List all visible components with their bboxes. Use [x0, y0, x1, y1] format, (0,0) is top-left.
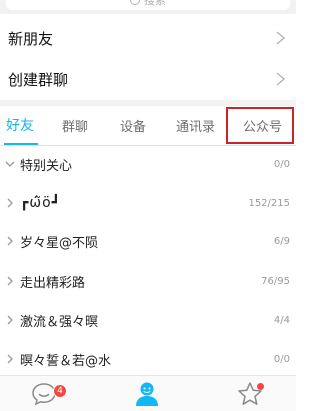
group-online-count: 152/215 — [248, 197, 290, 209]
group-name: 特别关心 — [20, 158, 73, 174]
chevron-down-icon — [5, 161, 15, 167]
group-name: ┏ώ̃ӧ┛ — [20, 195, 62, 211]
search-bar[interactable]: 搜索 — [0, 0, 296, 14]
bottom-nav — [0, 376, 296, 411]
group-name: 激流＆强々暝 — [20, 314, 99, 330]
chevron-right-icon — [7, 315, 13, 325]
chevron-right-icon — [7, 198, 13, 208]
tab-address-book[interactable]: 通讯录 — [176, 106, 215, 144]
tab-devices[interactable]: 设备 — [120, 106, 146, 144]
search-icon — [130, 0, 140, 5]
group-online-count: 4/4 — [273, 314, 290, 326]
group-name: 岁々星@不陨 — [20, 235, 99, 251]
friend-group-row[interactable]: ┏ώ̃ӧ┛ 152/215 — [0, 184, 296, 222]
chevron-right-icon — [7, 276, 13, 286]
friend-group-row[interactable]: 暝々誓＆若@水 0/0 — [0, 340, 296, 378]
chevron-right-icon — [276, 31, 286, 45]
group-online-count: 0/0 — [273, 158, 290, 170]
tab-friends[interactable]: 好友 — [6, 106, 34, 144]
group-online-count: 6/9 — [273, 235, 290, 247]
friend-group-row[interactable]: 激流＆强々暝 4/4 — [0, 301, 296, 339]
new-friends-row[interactable]: 新朋友 — [0, 17, 296, 59]
group-online-count: 0/0 — [273, 353, 290, 365]
new-friends-label: 新朋友 — [8, 29, 54, 48]
group-name: 暝々誓＆若@水 — [20, 353, 112, 369]
chevron-right-icon — [276, 72, 286, 86]
search-input[interactable]: 搜索 — [6, 0, 290, 10]
contacts-tab-bar: 好友 群聊 设备 通讯录 公众号 — [0, 106, 296, 146]
friend-group-row[interactable]: 特别关心 0/0 — [0, 145, 296, 183]
tab-groups[interactable]: 群聊 — [62, 106, 88, 144]
group-online-count: 76/95 — [261, 275, 290, 287]
chevron-right-icon — [7, 354, 13, 364]
highlight-box — [226, 107, 294, 144]
create-group-chat-label: 创建群聊 — [8, 70, 69, 89]
friend-group-row[interactable]: 走出精彩路 76/95 — [0, 262, 296, 300]
chevron-right-icon — [7, 236, 13, 246]
notification-dot — [257, 383, 264, 390]
group-name: 走出精彩路 — [20, 275, 86, 291]
friend-group-row[interactable]: 岁々星@不陨 6/9 — [0, 222, 296, 260]
create-group-chat-row[interactable]: 创建群聊 — [0, 58, 296, 100]
search-placeholder: 搜索 — [144, 0, 166, 7]
contacts-person-icon — [136, 382, 158, 406]
nav-contacts[interactable] — [127, 376, 167, 411]
nav-discover[interactable] — [230, 376, 270, 411]
unread-count-badge: 4 — [53, 384, 67, 398]
